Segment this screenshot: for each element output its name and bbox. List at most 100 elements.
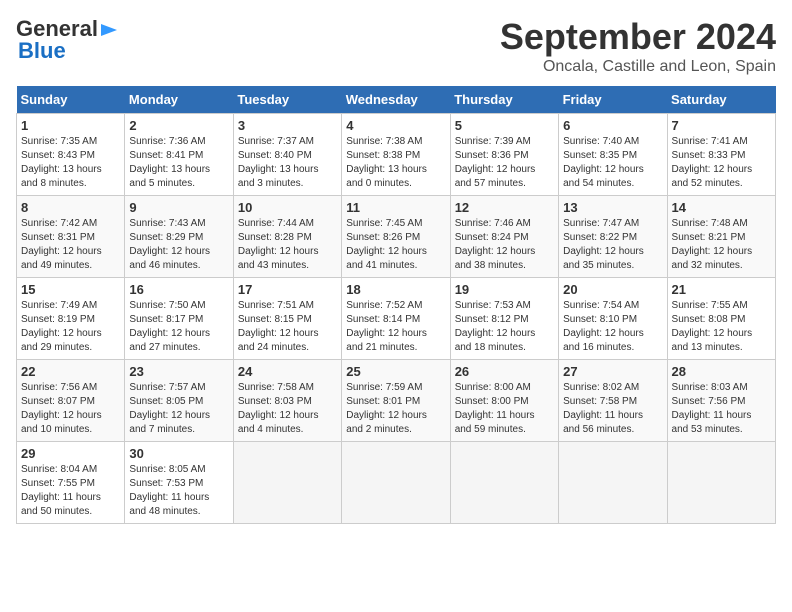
- calendar-cell: 11 Sunrise: 7:45 AM Sunset: 8:26 PM Dayli…: [342, 196, 450, 278]
- day-number: 20: [563, 282, 662, 297]
- calendar-table: SundayMondayTuesdayWednesdayThursdayFrid…: [16, 86, 776, 524]
- calendar-cell: 1 Sunrise: 7:35 AM Sunset: 8:43 PM Daylig…: [17, 114, 125, 196]
- calendar-cell: 23 Sunrise: 7:57 AM Sunset: 8:05 PM Dayli…: [125, 360, 233, 442]
- calendar-cell: 2 Sunrise: 7:36 AM Sunset: 8:41 PM Daylig…: [125, 114, 233, 196]
- calendar-cell: 21Sunrise: 7:55 AM Sunset: 8:08 PM Dayli…: [667, 278, 775, 360]
- day-number: 18: [346, 282, 445, 297]
- day-number: 27: [563, 364, 662, 379]
- day-info: Sunrise: 7:37 AM Sunset: 8:40 PM Dayligh…: [238, 135, 337, 191]
- calendar-cell: 24 Sunrise: 7:58 AM Sunset: 8:03 PM Dayli…: [233, 360, 341, 442]
- day-info: Sunrise: 7:45 AM Sunset: 8:26 PM Dayligh…: [346, 217, 445, 273]
- day-number: 15: [21, 282, 120, 297]
- day-number: 29: [21, 446, 120, 461]
- page-header: General Blue September 2024 Oncala, Cast…: [16, 16, 776, 76]
- calendar-cell: 20 Sunrise: 7:54 AM Sunset: 8:10 PM Dayli…: [559, 278, 667, 360]
- day-info: Sunrise: 7:57 AM Sunset: 8:05 PM Dayligh…: [129, 381, 228, 437]
- calendar-cell: 28Sunrise: 8:03 AM Sunset: 7:56 PM Dayli…: [667, 360, 775, 442]
- calendar-header-row: SundayMondayTuesdayWednesdayThursdayFrid…: [17, 86, 776, 114]
- day-info: Sunrise: 7:47 AM Sunset: 8:22 PM Dayligh…: [563, 217, 662, 273]
- day-info: Sunrise: 7:35 AM Sunset: 8:43 PM Dayligh…: [21, 135, 120, 191]
- title-area: September 2024 Oncala, Castille and Leon…: [500, 16, 776, 76]
- day-number: 7: [672, 118, 771, 133]
- calendar-cell: [233, 442, 341, 524]
- day-info: Sunrise: 7:48 AM Sunset: 8:21 PM Dayligh…: [672, 217, 771, 273]
- day-info: Sunrise: 7:50 AM Sunset: 8:17 PM Dayligh…: [129, 299, 228, 355]
- day-number: 12: [455, 200, 554, 215]
- col-header-thursday: Thursday: [450, 86, 558, 114]
- location-title: Oncala, Castille and Leon, Spain: [500, 58, 776, 76]
- day-number: 22: [21, 364, 120, 379]
- day-info: Sunrise: 7:54 AM Sunset: 8:10 PM Dayligh…: [563, 299, 662, 355]
- day-number: 5: [455, 118, 554, 133]
- calendar-week-row: 8 Sunrise: 7:42 AM Sunset: 8:31 PM Daylig…: [17, 196, 776, 278]
- day-info: Sunrise: 7:40 AM Sunset: 8:35 PM Dayligh…: [563, 135, 662, 191]
- calendar-cell: [667, 442, 775, 524]
- day-info: Sunrise: 7:38 AM Sunset: 8:38 PM Dayligh…: [346, 135, 445, 191]
- calendar-week-row: 1 Sunrise: 7:35 AM Sunset: 8:43 PM Daylig…: [17, 114, 776, 196]
- calendar-cell: 27 Sunrise: 8:02 AM Sunset: 7:58 PM Dayli…: [559, 360, 667, 442]
- day-info: Sunrise: 8:05 AM Sunset: 7:53 PM Dayligh…: [129, 463, 228, 519]
- calendar-cell: 14Sunrise: 7:48 AM Sunset: 8:21 PM Dayli…: [667, 196, 775, 278]
- logo: General Blue: [16, 16, 119, 64]
- calendar-cell: 7 Sunrise: 7:41 AM Sunset: 8:33 PM Daylig…: [667, 114, 775, 196]
- day-number: 3: [238, 118, 337, 133]
- day-number: 21: [672, 282, 771, 297]
- calendar-cell: 17 Sunrise: 7:51 AM Sunset: 8:15 PM Dayli…: [233, 278, 341, 360]
- calendar-cell: 8 Sunrise: 7:42 AM Sunset: 8:31 PM Daylig…: [17, 196, 125, 278]
- day-info: Sunrise: 7:36 AM Sunset: 8:41 PM Dayligh…: [129, 135, 228, 191]
- day-info: Sunrise: 7:42 AM Sunset: 8:31 PM Dayligh…: [21, 217, 120, 273]
- calendar-cell: 5Sunrise: 7:39 AM Sunset: 8:36 PM Daylig…: [450, 114, 558, 196]
- day-number: 24: [238, 364, 337, 379]
- month-title: September 2024: [500, 16, 776, 58]
- calendar-week-row: 22 Sunrise: 7:56 AM Sunset: 8:07 PM Dayli…: [17, 360, 776, 442]
- day-number: 6: [563, 118, 662, 133]
- logo-arrow-icon: [99, 20, 119, 40]
- day-info: Sunrise: 7:52 AM Sunset: 8:14 PM Dayligh…: [346, 299, 445, 355]
- calendar-cell: 18 Sunrise: 7:52 AM Sunset: 8:14 PM Dayli…: [342, 278, 450, 360]
- calendar-cell: [342, 442, 450, 524]
- day-number: 16: [129, 282, 228, 297]
- day-number: 25: [346, 364, 445, 379]
- calendar-cell: 30Sunrise: 8:05 AM Sunset: 7:53 PM Dayli…: [125, 442, 233, 524]
- calendar-cell: [450, 442, 558, 524]
- col-header-monday: Monday: [125, 86, 233, 114]
- col-header-saturday: Saturday: [667, 86, 775, 114]
- day-number: 17: [238, 282, 337, 297]
- day-number: 9: [129, 200, 228, 215]
- day-info: Sunrise: 7:58 AM Sunset: 8:03 PM Dayligh…: [238, 381, 337, 437]
- calendar-cell: 3 Sunrise: 7:37 AM Sunset: 8:40 PM Daylig…: [233, 114, 341, 196]
- day-info: Sunrise: 7:41 AM Sunset: 8:33 PM Dayligh…: [672, 135, 771, 191]
- calendar-cell: 26Sunrise: 8:00 AM Sunset: 8:00 PM Dayli…: [450, 360, 558, 442]
- calendar-cell: 10Sunrise: 7:44 AM Sunset: 8:28 PM Dayli…: [233, 196, 341, 278]
- col-header-wednesday: Wednesday: [342, 86, 450, 114]
- logo-blue-text: Blue: [18, 38, 66, 64]
- calendar-cell: 9Sunrise: 7:43 AM Sunset: 8:29 PM Daylig…: [125, 196, 233, 278]
- day-info: Sunrise: 8:02 AM Sunset: 7:58 PM Dayligh…: [563, 381, 662, 437]
- day-number: 19: [455, 282, 554, 297]
- calendar-cell: 12 Sunrise: 7:46 AM Sunset: 8:24 PM Dayli…: [450, 196, 558, 278]
- day-info: Sunrise: 8:04 AM Sunset: 7:55 PM Dayligh…: [21, 463, 120, 519]
- day-number: 13: [563, 200, 662, 215]
- day-info: Sunrise: 7:51 AM Sunset: 8:15 PM Dayligh…: [238, 299, 337, 355]
- day-number: 28: [672, 364, 771, 379]
- day-number: 11: [346, 200, 445, 215]
- day-number: 1: [21, 118, 120, 133]
- day-info: Sunrise: 7:53 AM Sunset: 8:12 PM Dayligh…: [455, 299, 554, 355]
- day-number: 23: [129, 364, 228, 379]
- calendar-week-row: 29 Sunrise: 8:04 AM Sunset: 7:55 PM Dayli…: [17, 442, 776, 524]
- calendar-cell: 25 Sunrise: 7:59 AM Sunset: 8:01 PM Dayli…: [342, 360, 450, 442]
- day-info: Sunrise: 8:00 AM Sunset: 8:00 PM Dayligh…: [455, 381, 554, 437]
- day-info: Sunrise: 7:59 AM Sunset: 8:01 PM Dayligh…: [346, 381, 445, 437]
- calendar-cell: 16 Sunrise: 7:50 AM Sunset: 8:17 PM Dayli…: [125, 278, 233, 360]
- calendar-cell: 19 Sunrise: 7:53 AM Sunset: 8:12 PM Dayli…: [450, 278, 558, 360]
- calendar-cell: 4 Sunrise: 7:38 AM Sunset: 8:38 PM Daylig…: [342, 114, 450, 196]
- day-number: 2: [129, 118, 228, 133]
- day-number: 4: [346, 118, 445, 133]
- day-info: Sunrise: 7:56 AM Sunset: 8:07 PM Dayligh…: [21, 381, 120, 437]
- day-number: 8: [21, 200, 120, 215]
- day-info: Sunrise: 7:46 AM Sunset: 8:24 PM Dayligh…: [455, 217, 554, 273]
- col-header-sunday: Sunday: [17, 86, 125, 114]
- col-header-friday: Friday: [559, 86, 667, 114]
- calendar-cell: 13 Sunrise: 7:47 AM Sunset: 8:22 PM Dayli…: [559, 196, 667, 278]
- day-info: Sunrise: 7:44 AM Sunset: 8:28 PM Dayligh…: [238, 217, 337, 273]
